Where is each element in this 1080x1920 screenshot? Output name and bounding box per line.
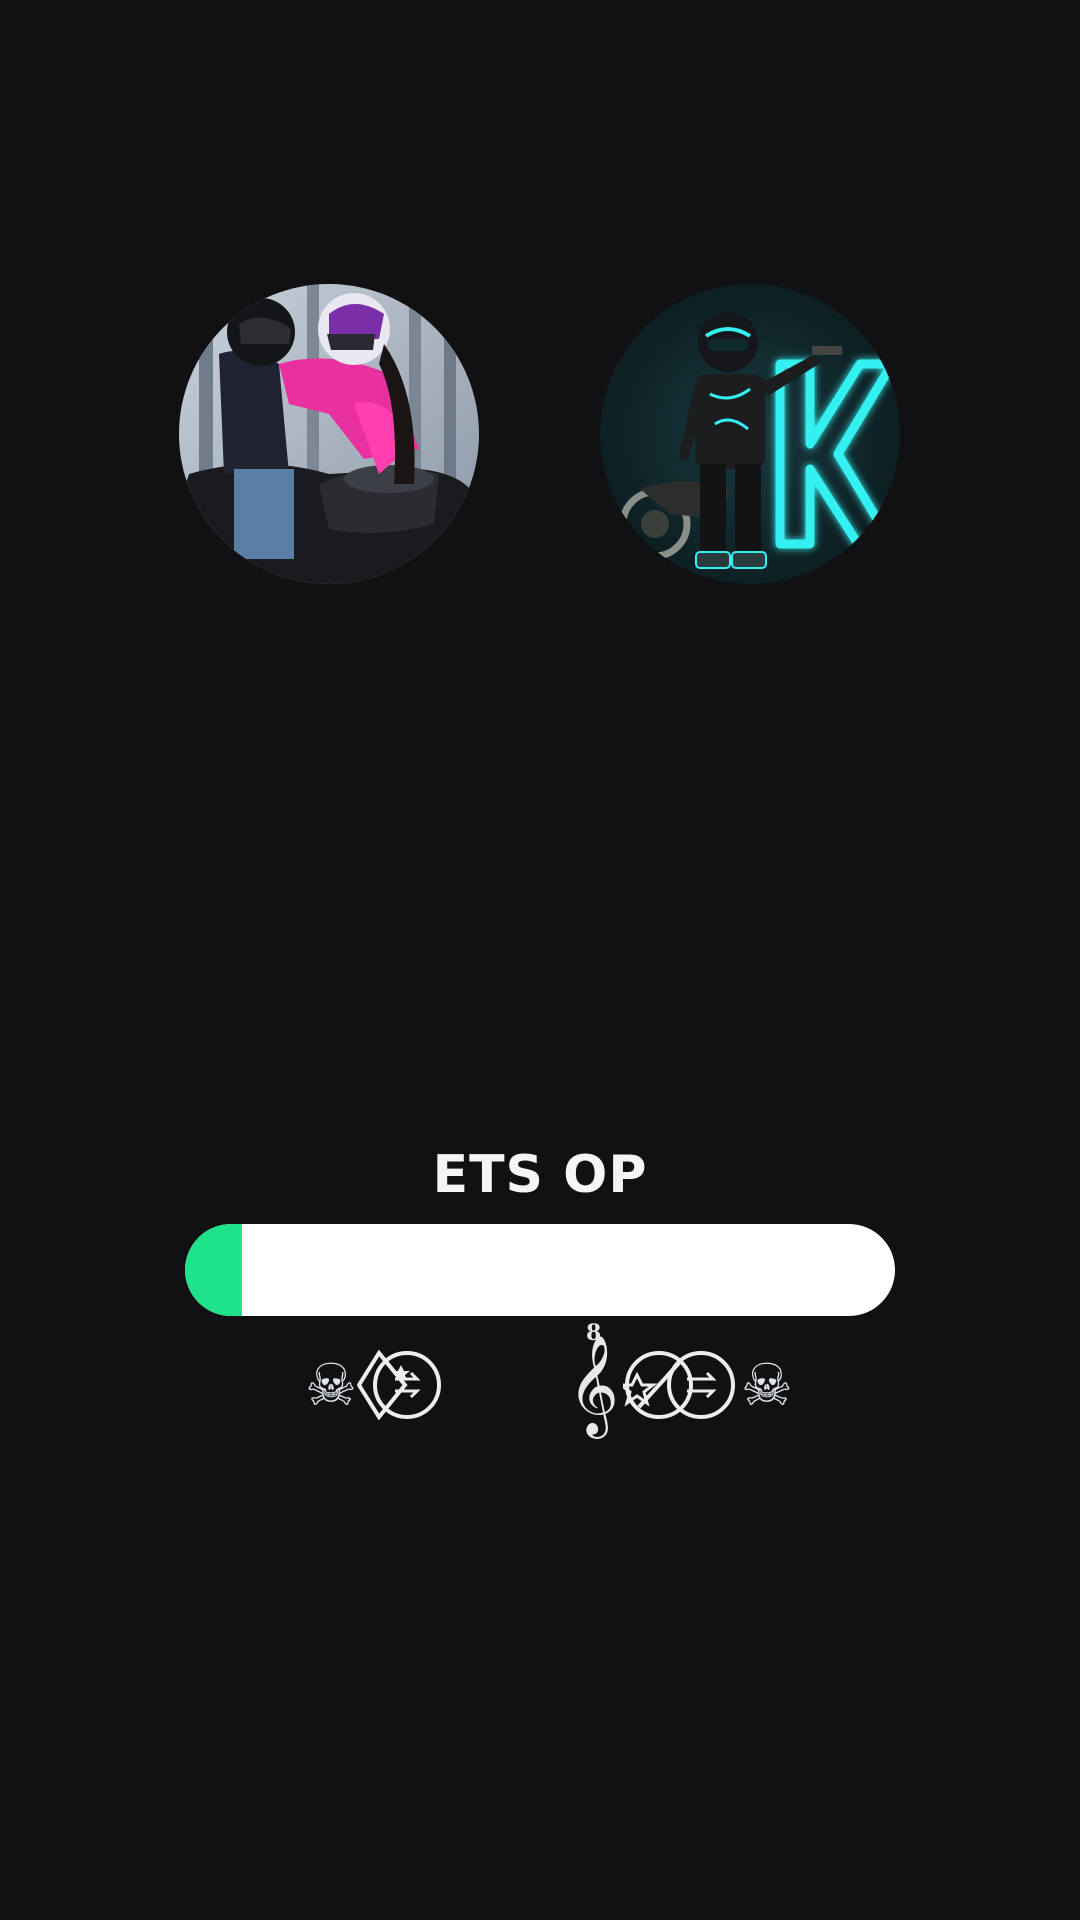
avatar-couple[interactable] <box>179 284 479 584</box>
profile-screen: ETS OP ☠ 8 𝄞 ☠ <box>0 0 1080 1920</box>
avatar-neon-rider[interactable] <box>600 284 900 584</box>
profile-title: ETS OP <box>432 1145 648 1205</box>
avatar-couple-image <box>179 284 479 584</box>
skull-icon: ☠ <box>305 1351 357 1419</box>
skull-icon: ☠ <box>740 1351 793 1419</box>
glyph-row-right: 8 𝄞 ☠ <box>568 1322 793 1440</box>
glyph-row-left: ☠ <box>305 1330 443 1440</box>
clef-glyph: 𝄞 <box>568 1335 619 1435</box>
treble-clef-icon: 8 𝄞 <box>568 1322 619 1428</box>
progress-bar-fill <box>185 1224 242 1316</box>
double-circle-emblem-icon <box>622 1345 741 1425</box>
progress-bar <box>185 1224 895 1316</box>
clef-number: 8 <box>586 1320 602 1346</box>
avatar-neon-rider-image <box>600 284 900 584</box>
diamond-circle-emblem-icon <box>357 1345 443 1425</box>
